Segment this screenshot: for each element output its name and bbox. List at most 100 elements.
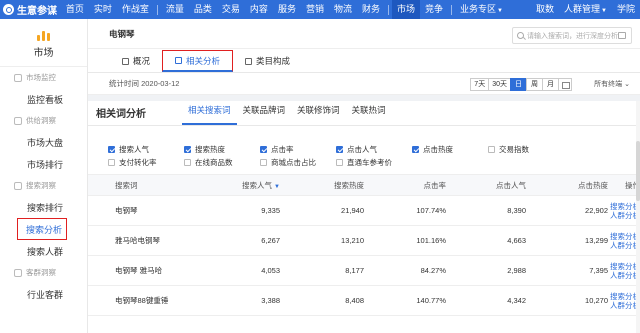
column-header-search-heat[interactable]: 搜索热度 [280,180,364,191]
nav-market[interactable]: 市场 [392,0,421,19]
nav-content[interactable]: 内容 [245,0,273,19]
nav-divider [388,4,389,15]
nav-category[interactable]: 品类 [189,0,217,19]
divider [88,125,640,126]
cell-click-heat: 7,395 [589,266,608,275]
sidebar-item-market-overview[interactable]: 市场大盘 [0,131,87,153]
column-header-click-popularity[interactable]: 点击人气 [446,180,526,191]
calendar-icon[interactable] [558,78,572,91]
terminal-select[interactable]: 所有终端 ⌄ [594,79,630,89]
sidebar-item-monitor-board[interactable]: 监控看板 [0,88,87,110]
nav-business-zone-label: 业务专区 [460,4,497,14]
logo[interactable]: 生意参谋 [0,0,61,19]
period-7-days[interactable]: 7天 [470,78,490,91]
column-header-keyword: 搜索词 [115,180,138,190]
sidebar-group-customer-insight: 客群洞察 [0,262,87,283]
checkbox-click-heat[interactable]: 点击热度 [412,144,488,155]
checkbox-search-heat[interactable]: 搜索热度 [184,144,260,155]
checkbox-pay-conversion[interactable]: 支付转化率 [108,157,184,168]
search-input[interactable]: 请输入搜索词，进行深度分析 [512,27,632,44]
sidebar-group-supply-insight: 供给洞察 [0,110,87,131]
cell-click-heat: 13,299 [585,236,608,245]
nav-competition[interactable]: 竞争 [420,0,448,19]
logo-icon [3,4,14,15]
cell-search-popularity: 6,267 [261,236,280,245]
nav-logistics[interactable]: 物流 [329,0,357,19]
cell-click-popularity: 8,390 [507,206,526,215]
nav-realtime[interactable]: 实时 [89,0,117,19]
checkbox-unchecked-icon [108,159,115,166]
checkbox-click-popularity[interactable]: 点击人气 [336,144,412,155]
sidebar-item-market-ranking[interactable]: 市场排行 [0,153,87,175]
scrollbar-thumb[interactable] [636,141,640,201]
nav-academy[interactable]: 学院 [612,0,640,19]
camera-icon[interactable] [618,32,626,39]
column-header-click-heat[interactable]: 点击热度 [526,180,608,191]
checkbox-checked-icon [184,146,191,153]
tab-category-composition[interactable]: 类目构成 [233,50,302,72]
period-day[interactable]: 日 [510,78,527,91]
sidebar-item-industry-customers[interactable]: 行业客群 [0,283,87,305]
nav-traffic[interactable]: 流量 [161,0,189,19]
sidebar-header: 市场 [0,19,87,67]
nav-finance[interactable]: 财务 [357,0,385,19]
subtab-related-search-words[interactable]: 相关搜索词 [182,101,237,125]
cell-click-rate: 140.77% [416,296,446,305]
cell-keyword: 电钢琴 [115,206,138,215]
checkbox-label: 支付转化率 [119,158,157,167]
nav-war-room[interactable]: 作战室 [117,0,154,19]
sidebar-group-label: 搜索洞察 [26,181,56,190]
nav-trade[interactable]: 交易 [217,0,245,19]
checkbox-trade-index[interactable]: 交易指数 [488,144,564,155]
column-header-search-popularity[interactable]: 搜索人气 ▼ [204,180,280,191]
sidebar-group-label: 客群洞察 [26,268,56,277]
period-week[interactable]: 周 [526,78,543,91]
table-row: 电钢琴 雅马哈 4,053 8,177 84.27% 2,988 7,395 搜… [88,256,640,286]
checkbox-unchecked-icon [184,159,191,166]
checkbox-search-popularity[interactable]: 搜索人气 [108,144,184,155]
cell-search-popularity: 9,335 [261,206,280,215]
checkbox-unchecked-icon [336,159,343,166]
checkbox-online-products[interactable]: 在线商品数 [184,157,260,168]
category-icon [245,57,253,65]
column-header-click-rate[interactable]: 点击率 [364,180,447,191]
cell-keyword: 雅马哈电钢琴 [115,236,160,245]
tab-overview[interactable]: 概况 [110,50,162,72]
cell-click-heat: 22,902 [585,206,608,215]
chevron-down-icon: ⌄ [624,81,630,88]
period-30-days[interactable]: 30天 [488,78,511,91]
nav-business-zone[interactable]: 业务专区▼ [455,0,508,19]
sidebar-group-market-monitor: 市场监控 [0,67,87,88]
logo-text: 生意参谋 [17,6,57,17]
sidebar-item-search-analysis[interactable]: 搜索分析 [17,218,67,240]
checkbox-click-rate[interactable]: 点击率 [260,144,336,155]
nav-service[interactable]: 服务 [273,0,301,19]
checkbox-label: 在线商品数 [195,158,233,167]
sidebar: 市场 市场监控 监控看板 供给洞察 市场大盘 市场排行 搜索洞察 搜索排行 搜索… [0,19,88,333]
checkbox-label: 点击人气 [347,145,377,154]
period-month[interactable]: 月 [542,78,559,91]
checkbox-checked-icon [260,146,267,153]
vertical-scrollbar[interactable] [636,101,640,333]
cell-click-popularity: 4,663 [507,236,526,245]
nav-home[interactable]: 首页 [61,0,89,19]
checkbox-checked-icon [412,146,419,153]
cell-search-heat: 13,210 [341,236,364,245]
nav-data-fetch[interactable]: 取数 [531,0,559,19]
tab-label: 相关分析 [186,55,221,66]
subtab-related-modifier-words[interactable]: 关联修饰词 [291,101,346,125]
checkbox-mall-click-ratio[interactable]: 商城点击占比 [260,157,336,168]
chevron-down-icon: ▼ [497,8,503,14]
subtab-related-brand-words[interactable]: 关联品牌词 [237,101,292,125]
sidebar-item-search-ranking[interactable]: 搜索排行 [0,196,87,218]
checkbox-ztc-ref-price[interactable]: 直通车参考价 [336,157,412,168]
subtab-related-hot-words[interactable]: 关联热词 [346,101,392,125]
checkbox-label: 搜索人气 [119,145,149,154]
stat-bar: 统计时间 2020-03-12 7天 30天 日 周 月 所有终端 ⌄ [88,73,640,95]
sidebar-item-search-crowd[interactable]: 搜索人群 [0,240,87,262]
nav-crowd-management[interactable]: 人群管理▼ [559,0,612,19]
tab-related-analysis[interactable]: 相关分析 [162,50,234,72]
nav-marketing[interactable]: 营销 [301,0,329,19]
monitor-icon [14,73,22,82]
cell-search-popularity: 4,053 [261,266,280,275]
